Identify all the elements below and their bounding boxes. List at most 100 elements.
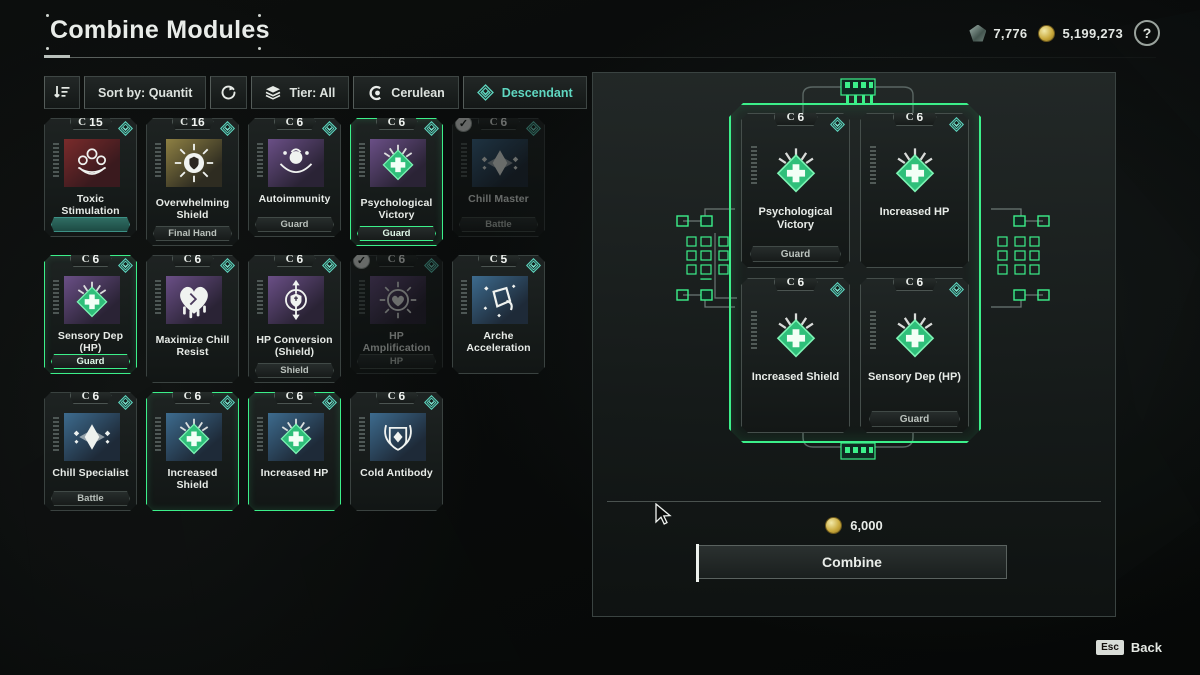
module-level-ticks xyxy=(257,417,263,453)
module-card[interactable]: C 16 Overwhelming Shield Final Hand xyxy=(146,118,239,246)
combine-slot-card[interactable]: C 6 Psychological Victory Guard xyxy=(741,113,850,268)
module-count: 15 xyxy=(89,114,103,129)
module-name: Autoimmunity xyxy=(258,193,331,205)
module-count: 6 xyxy=(92,251,100,266)
gold-amount: 5,199,273 xyxy=(1062,25,1123,41)
module-icon xyxy=(64,276,120,324)
rarity-icon xyxy=(118,121,133,136)
module-card[interactable]: C 6 Maximize Chill Resist xyxy=(146,255,239,383)
tier-filter-button[interactable]: Tier: All xyxy=(251,76,350,109)
tier-letter: C xyxy=(285,115,294,128)
module-card[interactable]: C 6 Increased HP xyxy=(248,392,341,511)
module-row: C 15 Toxic Stimulation C 16 Overwhelming… xyxy=(44,118,554,246)
module-tier-badge: C 6 xyxy=(274,387,316,404)
module-count: 6 xyxy=(398,388,406,403)
module-tier-badge: C 6 xyxy=(376,387,418,404)
sort-by-button[interactable]: Sort by: Quantit xyxy=(84,76,207,109)
title-dot xyxy=(258,14,261,17)
rarity-icon xyxy=(220,395,235,410)
module-tier-badge: C 6 xyxy=(70,250,112,267)
cerulean-filter-button[interactable]: Cerulean xyxy=(353,76,459,109)
combine-slot-area: C 6 Psychological Victory Guard C 6 Incr… xyxy=(741,113,969,433)
module-count: 6 xyxy=(296,251,304,266)
help-button[interactable]: ? xyxy=(1134,20,1160,46)
module-subtype: Battle xyxy=(51,491,130,506)
tier-letter: C xyxy=(78,115,87,128)
module-card[interactable]: C 15 Toxic Stimulation xyxy=(44,118,137,237)
module-card[interactable]: C 6 Psychological Victory Guard xyxy=(350,118,443,246)
tier-letter: C xyxy=(786,276,795,288)
module-tier-badge: C 6 xyxy=(274,113,316,130)
combine-slot[interactable]: C 6 Psychological Victory Guard xyxy=(741,113,850,268)
combine-slots: C 6 Psychological Victory Guard C 6 Incr… xyxy=(741,113,969,433)
back-label[interactable]: Back xyxy=(1131,640,1162,655)
combine-button[interactable]: Combine xyxy=(696,544,1007,582)
module-tier-badge: C 6 xyxy=(774,273,818,291)
module-icon xyxy=(166,413,222,461)
module-subtype: Guard xyxy=(357,226,436,241)
header-divider-tick xyxy=(44,55,70,58)
rarity-icon xyxy=(526,121,541,136)
tier-letter: C xyxy=(387,389,396,402)
module-tier-badge: C 6 xyxy=(172,250,214,267)
tier-letter: C xyxy=(183,252,192,265)
module-card[interactable]: C 6 HP Conversion (Shield) Shield xyxy=(248,255,341,383)
currency-gold: 5,199,273 xyxy=(1038,24,1123,42)
equipped-check-icon: ✓ xyxy=(455,115,472,132)
tier-letter: C xyxy=(905,276,914,288)
module-card[interactable]: C 6 Chill Specialist Battle xyxy=(44,392,137,511)
combine-slot[interactable]: C 6 Increased Shield xyxy=(741,278,850,433)
module-icon xyxy=(268,276,324,324)
combine-slot-card[interactable]: C 6 Sensory Dep (HP) Guard xyxy=(860,278,969,433)
module-level-ticks xyxy=(359,280,365,316)
combine-slot-card[interactable]: C 6 Increased HP xyxy=(860,113,969,268)
panel-divider xyxy=(607,501,1101,502)
crystal-amount: 7,776 xyxy=(993,25,1028,41)
module-count: 6 xyxy=(916,275,924,289)
rarity-icon xyxy=(322,258,337,273)
combine-panel: C 6 Psychological Victory Guard C 6 Incr… xyxy=(592,72,1116,617)
module-level-ticks xyxy=(155,143,161,179)
module-name: Chill Master xyxy=(468,193,529,205)
module-name: Arche Acceleration xyxy=(466,330,531,354)
module-name: Increased Shield xyxy=(751,371,840,383)
module-name: Overwhelming Shield xyxy=(155,197,230,221)
module-tier-badge: C 6 xyxy=(70,387,112,404)
tier-filter-label: Tier: All xyxy=(289,85,336,100)
module-card[interactable]: C 6 Cold Antibody xyxy=(350,392,443,511)
rarity-icon xyxy=(949,282,964,297)
rarity-icon xyxy=(949,117,964,132)
module-tier-badge: C 6 xyxy=(376,250,418,267)
descendant-filter-button[interactable]: Descendant xyxy=(462,76,587,109)
module-row: C 6 Chill Specialist Battle C 6 Increased… xyxy=(44,392,554,511)
tier-letter: C xyxy=(489,252,498,265)
cerulean-icon xyxy=(367,85,383,101)
combine-slot[interactable]: C 6 Sensory Dep (HP) Guard xyxy=(860,278,969,433)
module-card[interactable]: C 6 Autoimmunity Guard xyxy=(248,118,341,237)
layers-icon xyxy=(265,85,281,100)
module-subtype: Guard xyxy=(750,246,841,262)
module-icon xyxy=(370,413,426,461)
module-card[interactable]: C 5 Arche Acceleration xyxy=(452,255,545,374)
module-count: 6 xyxy=(296,388,304,403)
module-subtype: Final Hand xyxy=(153,226,232,241)
module-count: 6 xyxy=(398,251,406,266)
module-icon xyxy=(268,413,324,461)
module-icon xyxy=(166,139,222,187)
tier-letter: C xyxy=(489,115,498,128)
reset-filters-button[interactable] xyxy=(210,76,248,109)
crystal-icon xyxy=(969,24,987,42)
module-card[interactable]: ✓ C 6 Chill Master Battle xyxy=(452,118,545,237)
module-card[interactable]: ✓ C 6 HP Amplification HP xyxy=(350,255,443,374)
module-card[interactable]: C 6 Sensory Dep (HP) Guard xyxy=(44,255,137,374)
rarity-icon xyxy=(322,395,337,410)
combine-slot-card[interactable]: C 6 Increased Shield xyxy=(741,278,850,433)
combine-slot[interactable]: C 6 Increased HP xyxy=(860,113,969,268)
module-tier-badge: C 6 xyxy=(172,387,214,404)
header-divider xyxy=(44,57,1156,58)
sort-direction-button[interactable] xyxy=(44,76,80,109)
module-subtype: Guard xyxy=(51,354,130,369)
module-name: Maximize Chill Resist xyxy=(155,334,230,358)
mouse-cursor xyxy=(655,503,672,525)
module-card[interactable]: C 6 Increased Shield xyxy=(146,392,239,511)
